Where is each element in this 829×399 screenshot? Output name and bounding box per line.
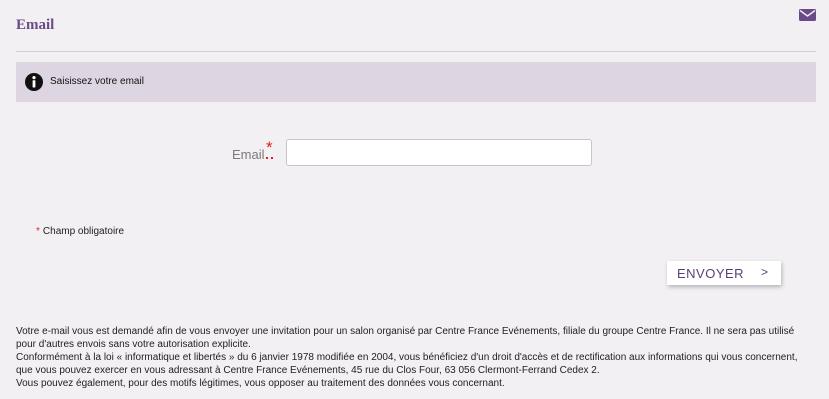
legal-paragraph: Conformément à la loi « informatique et … (16, 352, 798, 376)
submit-button[interactable]: ENVOYER > (667, 261, 781, 285)
info-circle-icon (25, 73, 43, 91)
legal-paragraph: Vous pouvez également, pour des motifs l… (16, 378, 505, 389)
info-message-bar: Saisissez votre email (16, 62, 816, 102)
email-input[interactable] (286, 139, 592, 166)
required-note-text: Champ obligatoire (42, 226, 125, 237)
envelope-icon[interactable] (799, 9, 816, 21)
required-marker: * (266, 138, 273, 159)
email-label: Email (232, 147, 265, 162)
required-field-note: * Champ obligatoire (36, 226, 124, 237)
required-note-star: * (36, 226, 40, 237)
legal-paragraph: Votre e-mail vous est demandé afin de vo… (16, 326, 795, 350)
header-divider (16, 51, 816, 52)
page-title: Email (16, 17, 55, 33)
chevron-right-icon: > (761, 265, 769, 279)
info-message-text: Saisissez votre email (50, 76, 144, 87)
legal-notice: Votre e-mail vous est demandé afin de vo… (16, 325, 816, 390)
submit-label: ENVOYER (677, 265, 745, 281)
